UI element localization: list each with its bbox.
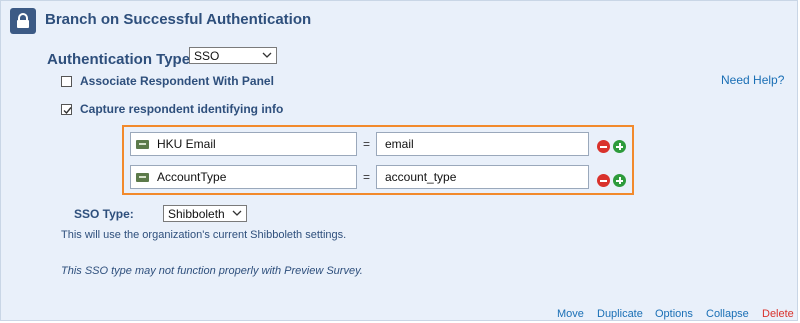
lock-icon: [10, 8, 36, 34]
authentication-type-value: SSO: [194, 49, 220, 63]
sso-type-label: SSO Type:: [74, 207, 134, 221]
mapping-field-select[interactable]: HKU Email: [130, 132, 357, 156]
capture-info-checkbox[interactable]: [61, 103, 72, 115]
chevron-down-icon: [232, 210, 242, 216]
mapping-value-text: account_type: [385, 170, 457, 184]
associate-panel-checkbox[interactable]: [61, 75, 72, 87]
associate-panel-label: Associate Respondent With Panel: [80, 74, 274, 88]
mapping-field-select[interactable]: AccountType: [130, 165, 357, 189]
delete-link[interactable]: Delete: [762, 308, 794, 320]
mapping-value-text: email: [385, 137, 414, 151]
authentication-type-select[interactable]: SSO: [189, 47, 277, 64]
sso-info-text: This will use the organization's current…: [61, 229, 347, 241]
associate-panel-row: Associate Respondent With Panel: [61, 74, 274, 88]
options-link[interactable]: Options: [655, 308, 693, 320]
sso-type-value: Shibboleth: [168, 207, 225, 221]
equals-sign: =: [363, 170, 371, 184]
collapse-link[interactable]: Collapse: [706, 308, 749, 320]
mapping-value-input[interactable]: email: [376, 132, 589, 156]
equals-sign: =: [363, 137, 371, 151]
move-link[interactable]: Move: [557, 308, 584, 320]
sso-type-select[interactable]: Shibboleth: [163, 205, 247, 222]
remove-mapping-button[interactable]: [597, 174, 610, 187]
add-mapping-button[interactable]: [613, 140, 626, 153]
mapping-field-label: AccountType: [157, 170, 227, 184]
checkmark-icon: [63, 106, 72, 114]
branch-block-panel: Branch on Successful Authentication Auth…: [0, 0, 798, 321]
embedded-data-icon: [136, 139, 149, 149]
mapping-value-input[interactable]: account_type: [376, 165, 589, 189]
duplicate-link[interactable]: Duplicate: [597, 308, 643, 320]
capture-info-label: Capture respondent identifying info: [80, 102, 284, 116]
embedded-data-icon: [136, 172, 149, 182]
mapping-field-label: HKU Email: [157, 137, 216, 151]
authentication-type-label: Authentication Type:: [47, 51, 196, 68]
sso-warning-text: This SSO type may not function properly …: [61, 265, 363, 277]
remove-mapping-button[interactable]: [597, 140, 610, 153]
capture-info-row: Capture respondent identifying info: [61, 102, 283, 116]
add-mapping-button[interactable]: [613, 174, 626, 187]
chevron-down-icon: [262, 52, 272, 58]
need-help-link[interactable]: Need Help?: [721, 73, 784, 87]
block-title: Branch on Successful Authentication: [45, 11, 312, 28]
